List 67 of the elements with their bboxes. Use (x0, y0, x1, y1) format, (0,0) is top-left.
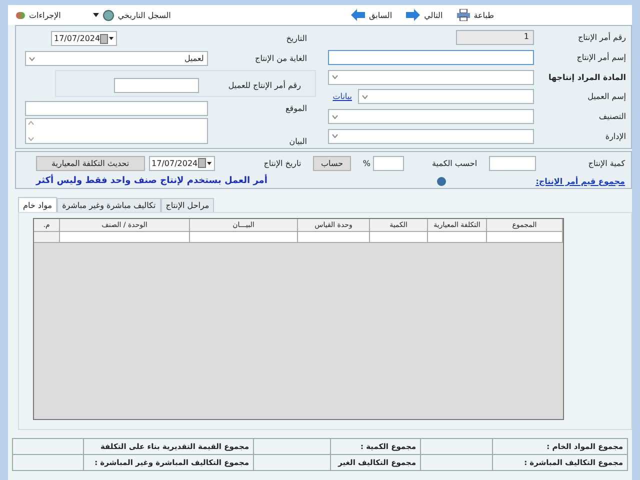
quantity-label: كمية الإنتاج (587, 158, 626, 168)
caret-icon (207, 162, 212, 164)
previous-button[interactable]: السابق (348, 8, 394, 22)
order-name-field[interactable] (328, 50, 534, 65)
chevron-icon (332, 75, 338, 80)
note-text: أمر العمل بستخدم لإنتاج صنف واحد فقط وليس أكثر (36, 176, 268, 186)
tab[interactable]: تكاليف مباشرة وغير مباشرة (57, 198, 161, 212)
chevron-icon (362, 94, 368, 99)
location-label: الموقع (284, 104, 308, 113)
table-cell[interactable] (190, 232, 298, 243)
actions-button[interactable]: الإجراءات (14, 10, 63, 20)
category-dropdown[interactable] (328, 109, 534, 124)
order-number-label: رقم أمر الإنتاج (576, 33, 627, 42)
product-label: المادة المراد إنتاجها (550, 72, 627, 82)
history-button[interactable]: السجل التاريخي (90, 8, 173, 22)
scroll-down-icon[interactable] (28, 137, 34, 142)
caret-icon (92, 13, 99, 17)
order-number-field: 1 (456, 30, 534, 46)
chevron-icon (332, 134, 338, 138)
customer-dropdown[interactable] (358, 89, 534, 104)
actions-icon (16, 12, 25, 18)
department-dropdown[interactable] (328, 128, 534, 144)
date-label: التاريخ (285, 34, 308, 44)
chevron-icon (29, 56, 35, 61)
date-field[interactable]: 17/07/2024 (51, 31, 117, 46)
help-icon[interactable] (437, 176, 446, 186)
production-date-field[interactable]: 17/07/2024 (148, 156, 215, 170)
table-cell[interactable] (34, 232, 60, 243)
table-cell[interactable] (370, 232, 428, 243)
purpose-dropdown[interactable]: لعميل (25, 51, 208, 66)
calendar-icon (100, 34, 108, 44)
product-dropdown[interactable] (328, 70, 534, 85)
percent-field[interactable] (372, 156, 404, 170)
description-label: البيان (288, 137, 308, 146)
globe-icon (102, 10, 114, 20)
print-button[interactable]: طباعة (454, 8, 496, 22)
description-field[interactable] (25, 118, 208, 144)
arrow-right-icon (406, 9, 420, 21)
location-field[interactable] (25, 100, 208, 116)
quantity-field[interactable] (489, 156, 536, 170)
table-cell[interactable] (428, 232, 487, 243)
table-cell[interactable] (487, 232, 563, 243)
tab[interactable]: مراحل الإنتاج (160, 198, 214, 212)
arrow-left-icon (350, 9, 365, 21)
category-label: التصنيف (598, 112, 627, 122)
order-totals-link[interactable]: مجموع قيم أمر الإنتاج: (536, 176, 625, 186)
table-cell[interactable] (60, 232, 190, 243)
customer-order-label: رقم أمر الإنتاج للعميل (227, 80, 302, 90)
department-label: الإدارة (604, 132, 627, 141)
scroll-up-icon[interactable] (28, 121, 34, 126)
customer-order-field[interactable] (114, 78, 199, 93)
chevron-icon (332, 114, 338, 119)
production-date-label: تاريخ الإنتاج (262, 158, 302, 168)
tab[interactable]: مواد خام (18, 197, 58, 212)
update-cost-button[interactable]: تحديث التكلفة المعيارية (36, 156, 145, 170)
order-name-label: إسم أمر الإنتاج (576, 53, 627, 62)
percent-label: % (362, 158, 372, 168)
customer-label: إسم العميل (586, 92, 627, 102)
next-button[interactable]: التالي (404, 8, 445, 22)
caret-icon (109, 37, 114, 40)
calculate-button[interactable]: حساب (313, 156, 351, 170)
table-cell[interactable] (298, 232, 370, 243)
printer-icon (456, 9, 470, 21)
customer-data-link[interactable]: بيانات (332, 92, 352, 102)
calculate-quantity-label: احسب الكمية (430, 158, 478, 168)
calendar-icon (198, 158, 206, 168)
purpose-label: الغاية من الإنتاج (254, 54, 308, 64)
